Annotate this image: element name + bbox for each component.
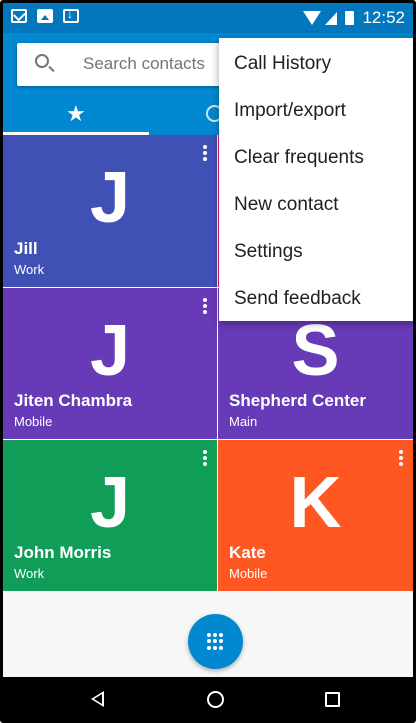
phone-screen: 12:52 ★ J Jill Work J Jiten Chambra [0,0,416,723]
contact-tile[interactable]: J Jill Work [3,135,217,287]
contact-tile[interactable]: J Jiten Chambra Mobile [3,288,217,439]
download-notification-icon [63,7,79,23]
dialpad-icon [207,633,224,650]
contact-name: John Morris [14,543,112,562]
dialpad-button[interactable] [188,614,243,669]
menu-item-new-contact[interactable]: New contact [219,181,413,228]
home-icon[interactable] [207,691,224,708]
status-bar: 12:52 [3,3,413,33]
back-icon[interactable] [91,691,104,707]
contact-label: Work [14,262,45,277]
contact-initial: J [89,158,131,238]
recents-icon[interactable] [325,692,340,707]
contact-tile[interactable]: J John Morris Work [3,440,217,591]
overflow-menu: Call History Import/export Clear frequen… [219,38,413,322]
more-options-icon[interactable] [203,450,207,466]
status-time: 12:52 [362,8,405,27]
contact-name: Jiten Chambra [14,391,133,410]
contact-initial: J [89,463,131,543]
more-options-icon[interactable] [203,145,207,161]
contact-initial: S [291,311,340,391]
mail-notification-icon [11,9,27,23]
contact-initial: J [89,311,131,391]
more-options-icon[interactable] [399,450,403,466]
menu-item-clear-frequents[interactable]: Clear frequents [219,134,413,181]
contact-name: Kate [229,543,266,562]
contact-tile[interactable]: K Kate Mobile [218,440,413,591]
contact-name: Shepherd Center [229,391,366,410]
signal-icon [325,11,338,25]
search-icon [35,54,49,68]
contact-label: Main [229,414,258,429]
navigation-bar [3,677,413,720]
menu-item-call-history[interactable]: Call History [219,40,413,87]
menu-item-send-feedback[interactable]: Send feedback [219,275,413,322]
menu-item-import-export[interactable]: Import/export [219,87,413,134]
star-icon: ★ [66,101,86,126]
contact-label: Work [14,566,45,581]
contact-label: Mobile [229,566,268,581]
menu-item-settings[interactable]: Settings [219,228,413,275]
tab-favorites[interactable]: ★ [3,95,149,135]
more-options-icon[interactable] [203,298,207,314]
battery-icon [345,11,355,25]
contact-initial: K [289,463,342,543]
wifi-icon [303,11,322,25]
image-notification-icon [37,9,53,23]
contact-label: Mobile [14,414,53,429]
contact-name: Jill [14,239,38,258]
bottom-area [3,591,413,677]
